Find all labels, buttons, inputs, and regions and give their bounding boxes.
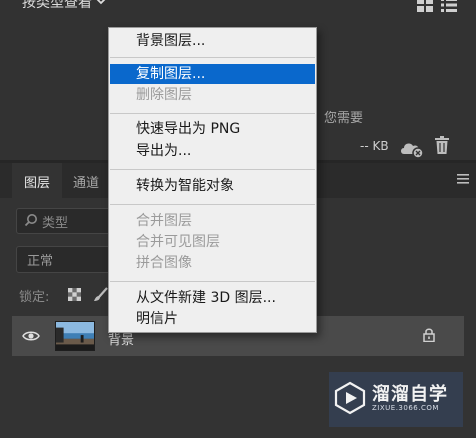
layer-thumbnail[interactable]: [55, 321, 95, 351]
cloud-offline-icon[interactable]: [399, 137, 425, 159]
menu-item-export-as[interactable]: 导出为...: [136, 141, 191, 162]
menu-item-new-3d-layer[interactable]: 从文件新建 3D 图层...: [136, 288, 276, 309]
eye-icon[interactable]: [22, 329, 40, 343]
library-size-label: -- KB: [360, 139, 389, 153]
menu-separator: [110, 57, 315, 58]
menu-separator: [110, 169, 315, 170]
view-by-type-dropdown[interactable]: 按类型查看: [22, 0, 92, 12]
brush-icon[interactable]: [93, 287, 108, 302]
menu-item-merge-visible[interactable]: 合并可见图层: [136, 232, 220, 253]
menu-item-quick-export-png[interactable]: 快速导出为 PNG: [136, 119, 240, 140]
chevron-down-icon[interactable]: [96, 0, 106, 6]
menu-item-background-layer[interactable]: 背景图层...: [136, 31, 205, 52]
grid-view-icon[interactable]: [417, 0, 433, 12]
tab-channels[interactable]: 通道: [73, 172, 99, 191]
libraries-hint-text: 您需要: [324, 111, 364, 126]
lock-transparent-icon[interactable]: [68, 288, 81, 301]
search-icon: [24, 214, 37, 227]
tab-layers-label[interactable]: 图层: [24, 172, 50, 191]
play-logo-icon: [334, 381, 366, 415]
menu-item-flatten-image[interactable]: 拼合图像: [136, 253, 192, 274]
menu-item-convert-smart-object[interactable]: 转换为智能对象: [136, 176, 234, 197]
list-view-icon[interactable]: [441, 0, 457, 12]
filter-kind-label: 类型: [42, 216, 69, 231]
menu-item-duplicate-layer[interactable]: 复制图层...: [136, 64, 205, 85]
blend-mode-value: 正常: [27, 254, 54, 269]
menu-item-postcard[interactable]: 明信片: [136, 309, 178, 330]
menu-separator: [110, 113, 315, 114]
watermark-url: ZIXUE.3066.COM: [372, 404, 439, 412]
menu-item-delete-layer[interactable]: 删除图层: [136, 85, 192, 106]
menu-separator: [110, 281, 315, 282]
lock-label: 锁定:: [19, 290, 50, 305]
lock-icon[interactable]: [423, 327, 435, 342]
panel-menu-icon[interactable]: [457, 174, 469, 184]
menu-item-merge-layers[interactable]: 合并图层: [136, 211, 192, 232]
menu-separator: [110, 204, 315, 205]
trash-icon[interactable]: [434, 136, 450, 154]
watermark-title: 溜溜自学: [372, 384, 448, 405]
